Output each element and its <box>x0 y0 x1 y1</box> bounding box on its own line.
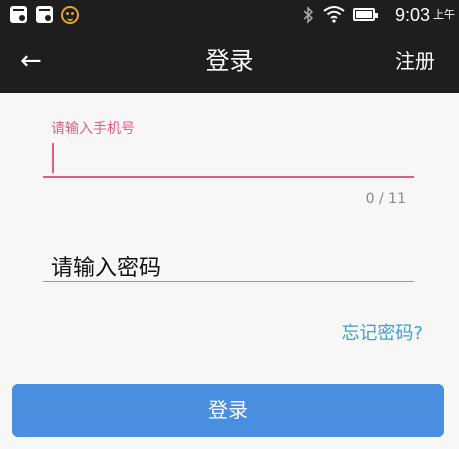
phone-field-label: 请输入手机号 <box>51 121 135 137</box>
back-arrow-icon[interactable]: ← <box>20 48 42 74</box>
phone-input[interactable] <box>43 176 414 178</box>
status-ampm: 上午 <box>433 8 455 21</box>
status-time: 9:03 <box>394 5 430 25</box>
status-bar: 9:03 上午 <box>0 0 459 30</box>
notification-icon <box>10 6 27 23</box>
wifi-icon <box>323 6 345 23</box>
notification-icon <box>36 6 53 23</box>
login-button[interactable]: 登录 <box>12 384 444 437</box>
password-underline <box>43 281 414 282</box>
battery-icon <box>353 8 378 21</box>
register-button[interactable]: 注册 <box>395 30 435 93</box>
forgot-password-link[interactable]: 忘记密码? <box>341 319 423 345</box>
bluetooth-icon <box>303 6 314 24</box>
phone-char-counter: 0 / 11 <box>365 191 406 207</box>
page-title: 登录 <box>205 47 254 75</box>
app-header: 登录 ← 注册 <box>0 30 459 93</box>
face-icon <box>61 6 79 24</box>
phone-input-cursor[interactable] <box>52 143 54 173</box>
password-input[interactable]: 请输入密码 <box>51 250 161 282</box>
